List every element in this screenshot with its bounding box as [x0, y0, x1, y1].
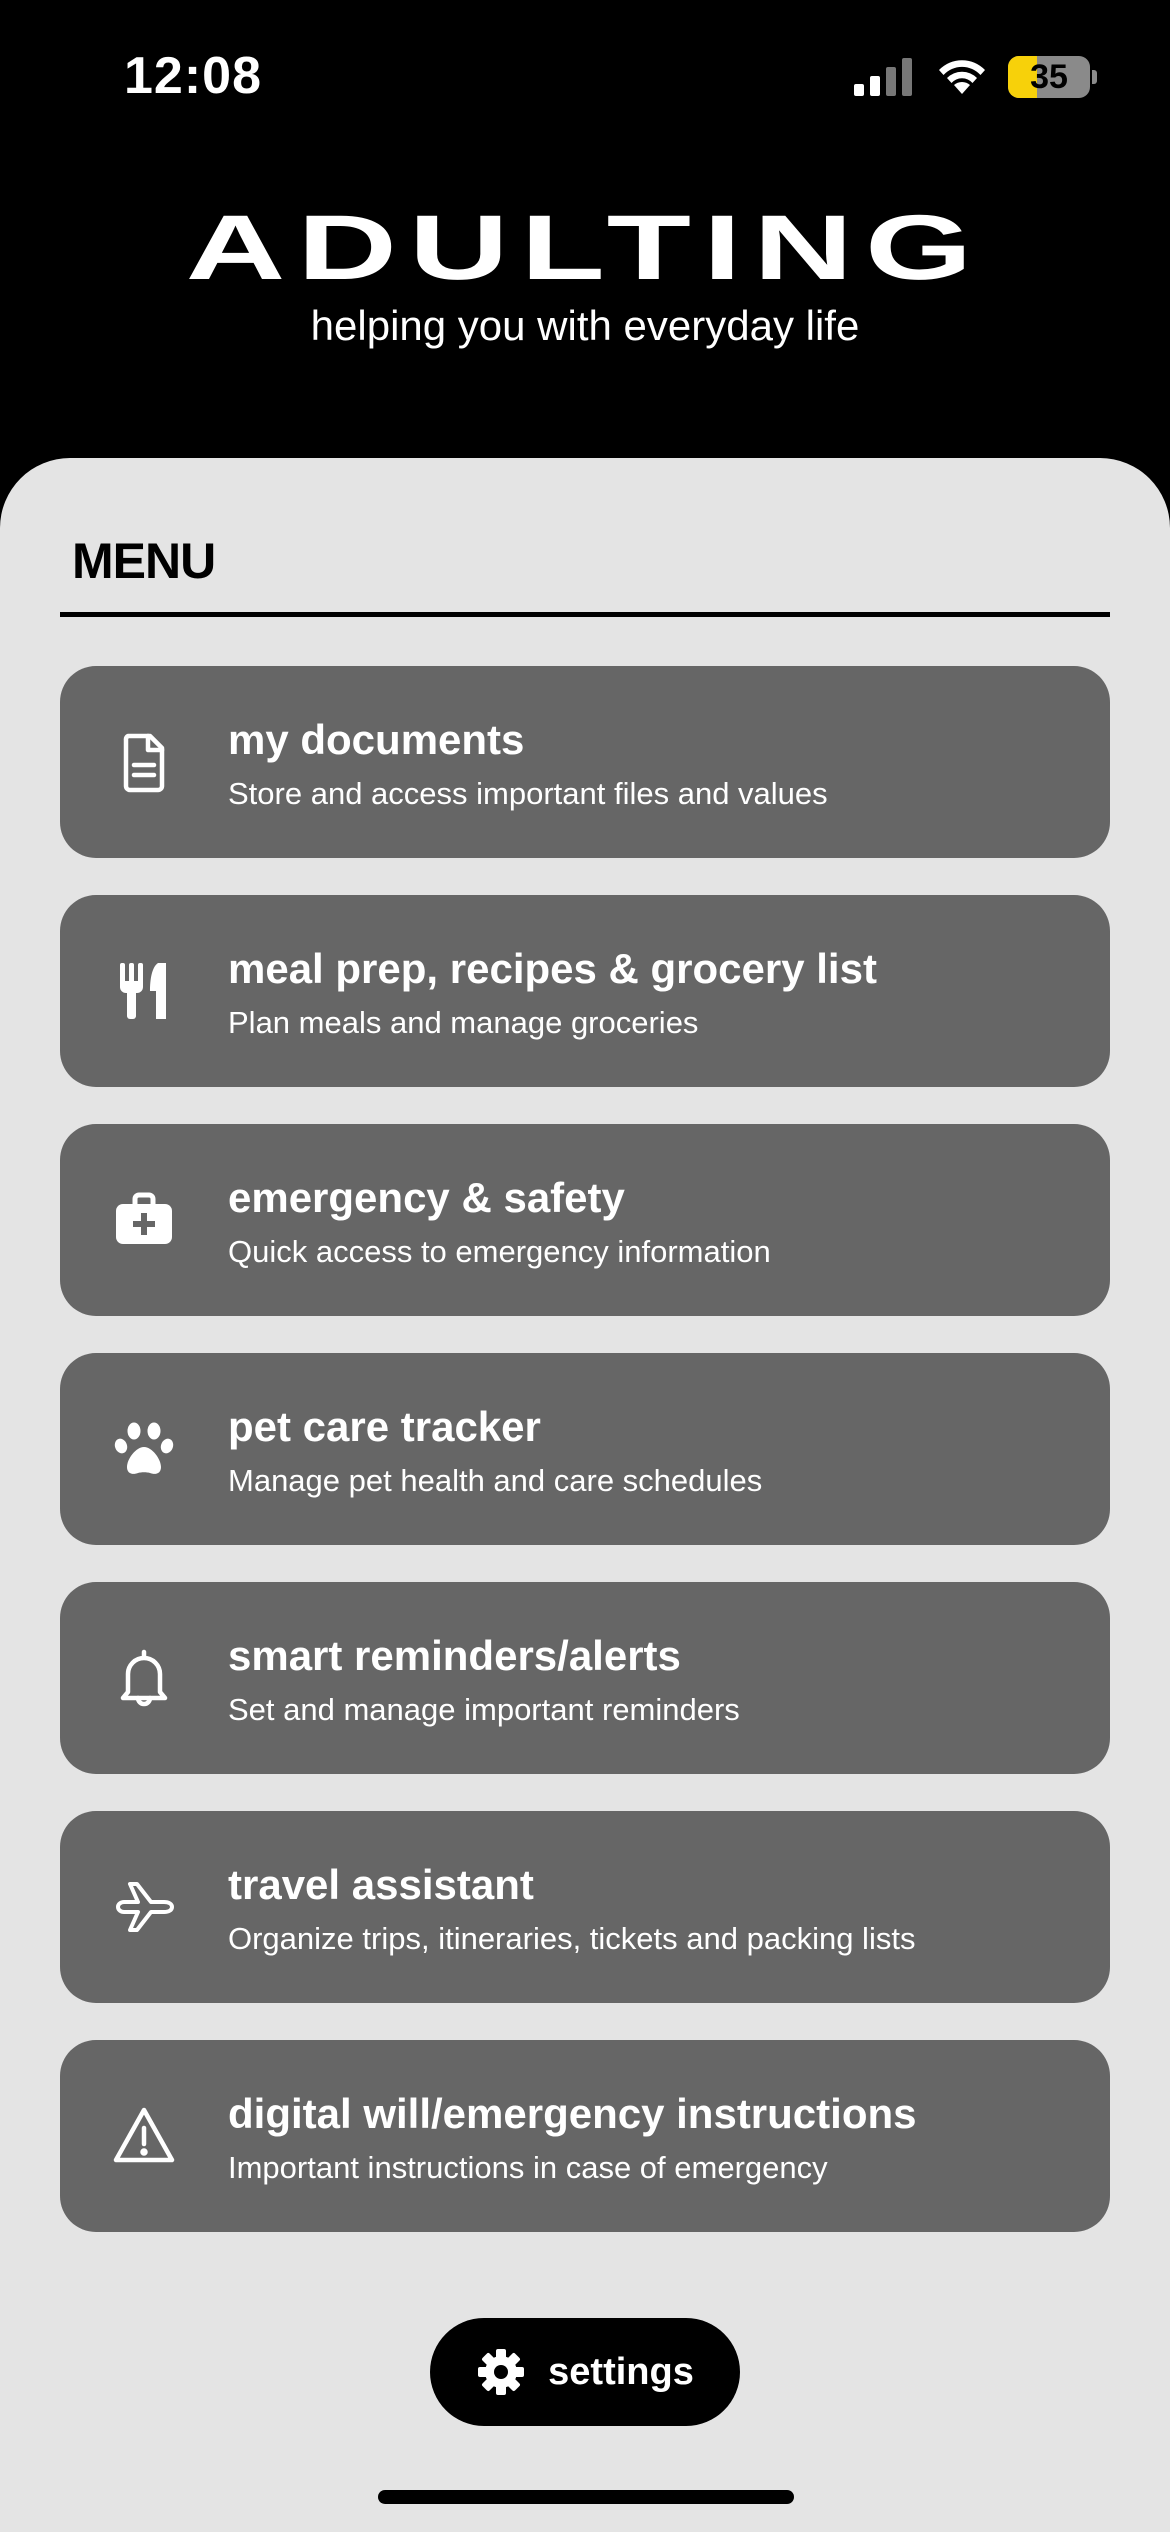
- menu-panel: MENU my documents Store and access impor…: [0, 458, 1170, 2532]
- menu-item-title: my documents: [228, 716, 525, 763]
- menu-list: my documents Store and access important …: [60, 666, 1110, 2269]
- settings-button[interactable]: settings: [430, 2318, 740, 2426]
- menu-divider: [60, 612, 1110, 617]
- battery-icon: 35: [1008, 56, 1090, 98]
- menu-item-title: smart reminders/alerts: [228, 1632, 681, 1679]
- cellular-signal-icon: [854, 58, 912, 96]
- bell-icon: [108, 1642, 180, 1714]
- menu-item-pet-care[interactable]: pet care tracker Manage pet health and c…: [60, 1353, 1110, 1545]
- document-icon: [108, 726, 180, 798]
- menu-item-smart-reminders[interactable]: smart reminders/alerts Set and manage im…: [60, 1582, 1110, 1774]
- menu-item-title: digital will/emergency instructions: [228, 2090, 917, 2137]
- paw-icon: [108, 1413, 180, 1485]
- menu-item-description: Quick access to emergency information: [228, 1234, 771, 1269]
- menu-item-description: Set and manage important reminders: [228, 1692, 740, 1727]
- menu-item-title: pet care tracker: [228, 1403, 541, 1450]
- warning-icon: [108, 2100, 180, 2172]
- menu-heading: MENU: [72, 533, 216, 589]
- airplane-icon: [108, 1871, 180, 1943]
- status-time: 12:08: [124, 47, 262, 105]
- menu-item-title: travel assistant: [228, 1861, 534, 1908]
- settings-label: settings: [548, 2350, 694, 2393]
- menu-item-description: Organize trips, itineraries, tickets and…: [228, 1921, 916, 1956]
- wifi-icon: [939, 60, 985, 94]
- status-bar: 12:08 35: [0, 0, 1170, 150]
- app-subtitle: helping you with everyday life: [310, 302, 860, 349]
- menu-item-emergency-safety[interactable]: emergency & safety Quick access to emerg…: [60, 1124, 1110, 1316]
- battery-percent: 35: [1030, 58, 1068, 96]
- battery-cap: [1092, 70, 1097, 84]
- menu-item-title: meal prep, recipes & grocery list: [228, 945, 877, 992]
- menu-item-digital-will[interactable]: digital will/emergency instructions Impo…: [60, 2040, 1110, 2232]
- menu-item-description: Important instructions in case of emerge…: [228, 2150, 828, 2185]
- menu-item-my-documents[interactable]: my documents Store and access important …: [60, 666, 1110, 858]
- home-indicator[interactable]: [378, 2490, 794, 2504]
- menu-item-description: Store and access important files and val…: [228, 776, 828, 811]
- fork-knife-icon: [108, 955, 180, 1027]
- menu-item-description: Manage pet health and care schedules: [228, 1463, 763, 1498]
- menu-item-title: emergency & safety: [228, 1174, 625, 1221]
- app-title: ADULTING: [185, 197, 985, 299]
- app-screen: 12:08 35 ADULTING helping you with every…: [0, 0, 1170, 2532]
- gear-icon: [478, 2349, 525, 2395]
- medical-kit-icon: [108, 1184, 180, 1256]
- menu-item-travel-assistant[interactable]: travel assistant Organize trips, itinera…: [60, 1811, 1110, 2003]
- menu-item-meal-prep[interactable]: meal prep, recipes & grocery list Plan m…: [60, 895, 1110, 1087]
- menu-item-description: Plan meals and manage groceries: [228, 1005, 699, 1040]
